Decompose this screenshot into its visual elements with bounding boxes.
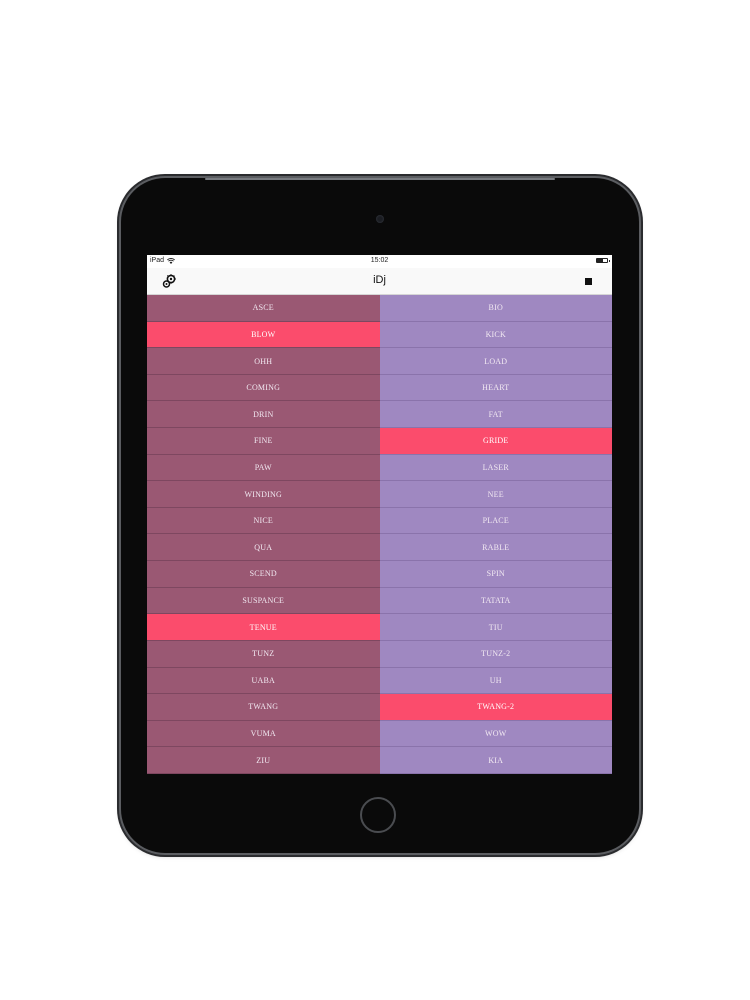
sound-pad-laser[interactable]: LASER [379, 455, 612, 482]
sound-pad-suspance[interactable]: SUSPANCE [147, 588, 380, 615]
battery-icon [596, 258, 610, 263]
left-pad-column: ASCE BLOW OHH COMING DRIN FINE PAW WINDING NICE Q… [147, 295, 380, 774]
stage: iPad 15:02 iDj ASCE BLOW OHH COMING DRIN… [0, 0, 750, 1000]
sound-pad-heart[interactable]: HEART [379, 375, 612, 402]
sound-pad-winding[interactable]: WINDING [147, 481, 380, 508]
sound-pad-ohh[interactable]: OHH [147, 348, 380, 375]
sound-pad-gride[interactable]: GRIDE [379, 428, 612, 455]
sound-pad-blow[interactable]: BLOW [147, 321, 380, 349]
sound-pad-grid: ASCE BLOW OHH COMING DRIN FINE PAW WINDING NICE Q… [147, 295, 612, 774]
sound-pad-place[interactable]: PLACE [379, 508, 612, 535]
sound-pad-nice[interactable]: NICE [147, 508, 380, 535]
sound-pad-rable[interactable]: RABLE [379, 534, 612, 562]
sound-pad-ziu[interactable]: ZIU [147, 747, 380, 774]
sound-pad-tatata[interactable]: TATATA [379, 588, 612, 615]
sound-pad-scend[interactable]: SCEND [147, 561, 380, 588]
status-time: 15:02 [370, 257, 389, 264]
stop-icon[interactable] [585, 278, 592, 285]
status-bar: iPad 15:02 [147, 255, 612, 268]
device-top-edge [205, 178, 555, 180]
app-title: iDj [373, 274, 386, 286]
sound-pad-paw[interactable]: PAW [147, 455, 380, 482]
sound-pad-coming[interactable]: COMING [147, 375, 380, 402]
sound-pad-wow[interactable]: WOW [379, 721, 612, 748]
sound-pad-spin[interactable]: SPIN [379, 561, 612, 588]
sound-pad-uh[interactable]: UH [379, 668, 612, 695]
sound-pad-tunz-2[interactable]: TUNZ-2 [379, 641, 612, 668]
sound-pad-load[interactable]: LOAD [379, 348, 612, 375]
sound-pad-asce[interactable]: ASCE [147, 295, 380, 322]
sound-pad-twang[interactable]: TWANG [147, 694, 380, 721]
app-screen: iPad 15:02 iDj ASCE BLOW OHH COMING DRIN… [147, 255, 612, 774]
right-pad-column: BIO KICK LOAD HEART FAT GRIDE LASER NEE PLACE RAB… [379, 295, 612, 774]
navigation-bar: iDj [147, 268, 612, 295]
sound-pad-tenue[interactable]: TENUE [147, 614, 380, 641]
sound-pad-tiu[interactable]: TIU [379, 614, 612, 641]
sound-pad-kick[interactable]: KICK [379, 322, 612, 349]
sound-pad-tunz[interactable]: TUNZ [147, 641, 380, 668]
sound-pad-kia[interactable]: KIA [379, 747, 612, 774]
sound-pad-twang-2[interactable]: TWANG-2 [379, 694, 612, 721]
sound-pad-fine[interactable]: FINE [147, 428, 380, 455]
sound-pad-bio[interactable]: BIO [379, 295, 612, 322]
sound-pad-fat[interactable]: FAT [379, 401, 612, 429]
sound-pad-vuma[interactable]: VUMA [147, 721, 380, 748]
sound-pad-nee[interactable]: NEE [379, 481, 612, 508]
front-camera [376, 215, 384, 223]
sound-pad-qua[interactable]: QUA [147, 534, 380, 562]
sound-pad-drin[interactable]: DRIN [147, 401, 380, 429]
home-button[interactable] [360, 797, 396, 833]
sound-pad-uaba[interactable]: UABA [147, 668, 380, 695]
